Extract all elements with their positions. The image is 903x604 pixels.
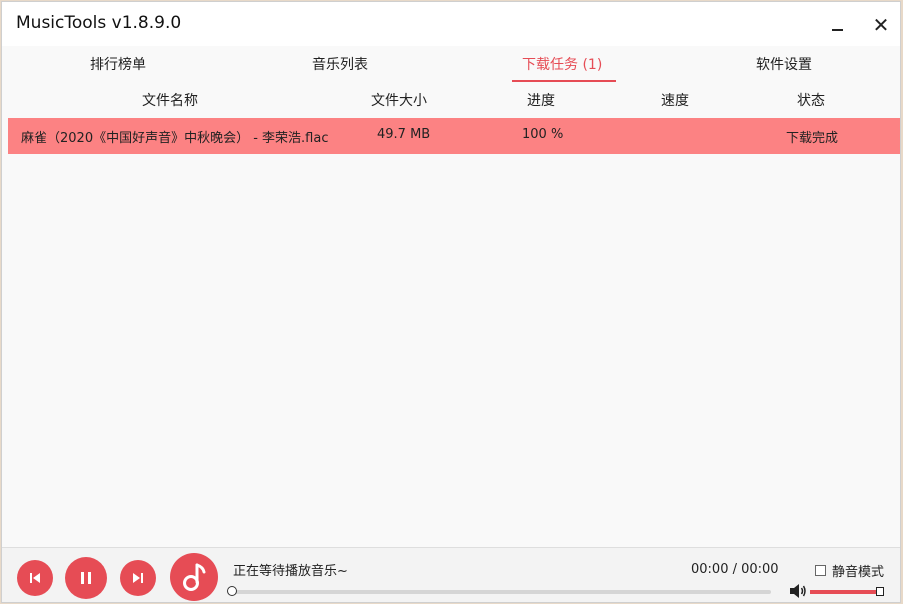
close-button[interactable]: ✕ <box>868 12 894 38</box>
app-window: MusicTools v1.8.9.0 ✕ 排行榜单 音乐列表 下载任务 (1)… <box>1 1 901 603</box>
cell-size: 49.7 MB <box>377 127 431 142</box>
playback-progress-slider[interactable] <box>227 586 771 596</box>
minimize-button[interactable] <box>824 12 850 38</box>
tab-downloads[interactable]: 下载任务 (1) <box>522 54 602 74</box>
cell-filename: 麻雀（2020《中国好声音》中秋晚会） - 李荣浩.flac <box>21 131 329 146</box>
volume-slider[interactable] <box>810 587 884 596</box>
mute-mode-label: 静音模式 <box>832 565 885 580</box>
column-header-status: 状态 <box>797 93 825 109</box>
next-button[interactable] <box>120 560 156 596</box>
pause-button[interactable] <box>65 557 107 599</box>
previous-button[interactable] <box>17 560 53 596</box>
table-header: 文件名称 文件大小 进度 速度 状态 <box>2 88 900 110</box>
mute-mode-toggle[interactable]: 静音模式 <box>815 561 884 580</box>
cell-progress: 100 % <box>522 127 564 142</box>
now-playing-text: 正在等待播放音乐~ <box>233 564 348 579</box>
next-icon <box>133 573 143 583</box>
table-row[interactable]: 麻雀（2020《中国好声音》中秋晚会） - 李荣浩.flac 49.7 MB 1… <box>8 118 900 154</box>
mute-checkbox[interactable] <box>815 565 826 576</box>
cell-status: 下载完成 <box>786 131 839 146</box>
title-bar: MusicTools v1.8.9.0 ✕ <box>2 2 900 46</box>
minimize-icon <box>831 29 843 31</box>
column-header-filename: 文件名称 <box>142 93 198 109</box>
close-icon: ✕ <box>872 13 890 37</box>
tab-settings[interactable]: 软件设置 <box>756 54 812 74</box>
time-display: 00:00 / 00:00 <box>691 562 779 577</box>
tab-music-list[interactable]: 音乐列表 <box>312 54 368 74</box>
tab-bar: 排行榜单 音乐列表 下载任务 (1) 软件设置 <box>2 54 900 82</box>
tab-charts[interactable]: 排行榜单 <box>90 54 146 74</box>
active-tab-indicator <box>512 80 616 82</box>
column-header-speed: 速度 <box>661 93 689 109</box>
music-note-icon <box>183 563 206 591</box>
column-header-progress: 进度 <box>527 93 555 109</box>
volume-fill <box>810 590 884 594</box>
volume-thumb[interactable] <box>876 587 884 596</box>
now-playing-cover-button[interactable] <box>170 553 218 601</box>
previous-icon <box>30 573 40 583</box>
column-header-size: 文件大小 <box>371 93 427 109</box>
pause-icon <box>81 572 91 584</box>
app-title: MusicTools v1.8.9.0 <box>16 13 182 33</box>
player-bar: 正在等待播放音乐~ 00:00 / 00:00 静音模式 <box>2 547 900 602</box>
speaker-icon[interactable] <box>789 583 807 599</box>
playback-progress-thumb[interactable] <box>227 586 237 596</box>
